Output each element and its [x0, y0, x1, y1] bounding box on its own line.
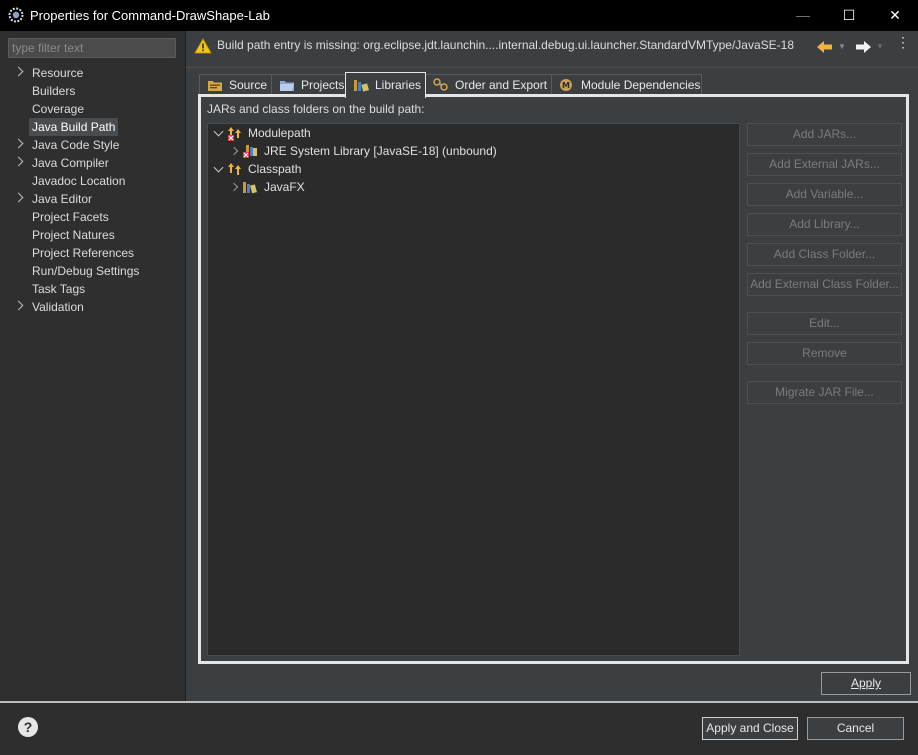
add-external-jars-button[interactable]: Add External JARs... — [747, 153, 902, 176]
nav-item-label: Javadoc Location — [32, 174, 126, 188]
maximize-button[interactable]: ☐ — [826, 0, 872, 31]
back-dropdown-icon[interactable]: ▼ — [838, 42, 846, 51]
kebab-menu-icon[interactable]: ⋮ — [896, 35, 910, 49]
tab-label: Libraries — [375, 78, 422, 92]
svg-text:M: M — [562, 81, 570, 90]
nav-item-label: Java Editor — [32, 192, 93, 206]
tree-item-jre-system-library[interactable]: JRE System Library [JavaSE-18] (unbound) — [208, 142, 738, 160]
tree-item-label: JavaFX — [264, 180, 305, 194]
filter-input[interactable] — [8, 38, 176, 58]
nav-item-label: Task Tags — [32, 282, 86, 296]
chevron-right-icon[interactable] — [229, 182, 239, 192]
warning-triangle-icon — [194, 38, 212, 54]
warning-message: Build path entry is missing: org.eclipse… — [217, 38, 794, 52]
chevron-down-icon[interactable] — [213, 126, 224, 137]
migrate-jar-button[interactable]: Migrate JAR File... — [747, 381, 902, 404]
build-path-label: JARs and class folders on the build path… — [207, 102, 425, 116]
header-divider — [186, 67, 918, 68]
modulepath-icon — [228, 127, 241, 141]
source-folder-icon — [208, 81, 222, 91]
nav-item-label: Java Build Path — [29, 118, 119, 136]
eclipse-gear-icon — [8, 7, 24, 23]
libraries-icon — [354, 80, 369, 92]
nav-item-label: Coverage — [32, 102, 85, 116]
add-variable-button[interactable]: Add Variable... — [747, 183, 902, 206]
forward-dropdown-icon[interactable]: ▼ — [876, 42, 884, 51]
order-export-icon — [433, 78, 448, 91]
tree-item-label: JRE System Library [JavaSE-18] (unbound) — [264, 144, 497, 158]
tree-item-label: Classpath — [248, 162, 302, 176]
nav-item-label: Java Code Style — [32, 138, 120, 152]
tab-module-dependencies[interactable]: M Module Dependencies — [551, 74, 702, 95]
tab-projects[interactable]: Projects — [271, 74, 346, 95]
add-class-folder-button[interactable]: Add Class Folder... — [747, 243, 902, 266]
pane-divider[interactable] — [185, 31, 186, 701]
add-external-class-folder-button[interactable]: Add External Class Folder... — [747, 273, 902, 296]
nav-item-label: Project Natures — [32, 228, 115, 242]
tab-label: Order and Export — [455, 78, 548, 92]
help-icon[interactable]: ? — [18, 717, 38, 737]
arrow-right-icon[interactable] — [854, 39, 872, 55]
nav-item-label: Run/Debug Settings — [32, 264, 140, 278]
tree-item-javafx[interactable]: JavaFX — [208, 178, 738, 196]
minimize-button[interactable]: — — [780, 0, 826, 31]
tab-label: Module Dependencies — [581, 78, 701, 92]
tree-item-label: Modulepath — [248, 126, 311, 140]
build-path-tree[interactable]: Modulepath JRE System Library [JavaSE-18… — [207, 123, 740, 656]
add-jars-button[interactable]: Add JARs... — [747, 123, 902, 146]
nav-item-label: Builders — [32, 84, 76, 98]
cancel-button[interactable]: Cancel — [807, 717, 904, 740]
tab-libraries[interactable]: Libraries — [345, 72, 426, 98]
nav-item-label: Java Compiler — [32, 156, 109, 170]
tab-label: Projects — [301, 78, 345, 92]
nav-item-label: Project References — [32, 246, 135, 260]
arrow-left-icon[interactable] — [816, 39, 834, 55]
library-icon — [243, 182, 257, 194]
classpath-icon — [228, 163, 241, 175]
tree-item-classpath[interactable]: Classpath — [208, 160, 738, 178]
chevron-right-icon[interactable] — [229, 146, 239, 156]
tab-order-and-export[interactable]: Order and Export — [425, 74, 552, 95]
chevron-down-icon[interactable] — [213, 162, 224, 173]
window-title: Properties for Command-DrawShape-Lab — [30, 8, 270, 23]
apply-button[interactable]: Apply — [821, 672, 911, 695]
projects-folder-icon — [280, 81, 294, 91]
library-error-icon — [243, 145, 257, 158]
tab-label: Source — [229, 78, 268, 92]
nav-item-label: Project Facets — [32, 210, 109, 224]
nav-item-label: Validation — [32, 300, 84, 314]
nav-item-label: Resource — [32, 66, 84, 80]
remove-button[interactable]: Remove — [747, 342, 902, 365]
tree-item-modulepath[interactable]: Modulepath — [208, 124, 738, 142]
add-library-button[interactable]: Add Library... — [747, 213, 902, 236]
close-button[interactable]: ✕ — [872, 0, 918, 31]
module-icon: M — [560, 79, 572, 91]
tab-source[interactable]: Source — [199, 74, 272, 95]
edit-button[interactable]: Edit... — [747, 312, 902, 335]
apply-and-close-button[interactable]: Apply and Close — [702, 717, 798, 740]
